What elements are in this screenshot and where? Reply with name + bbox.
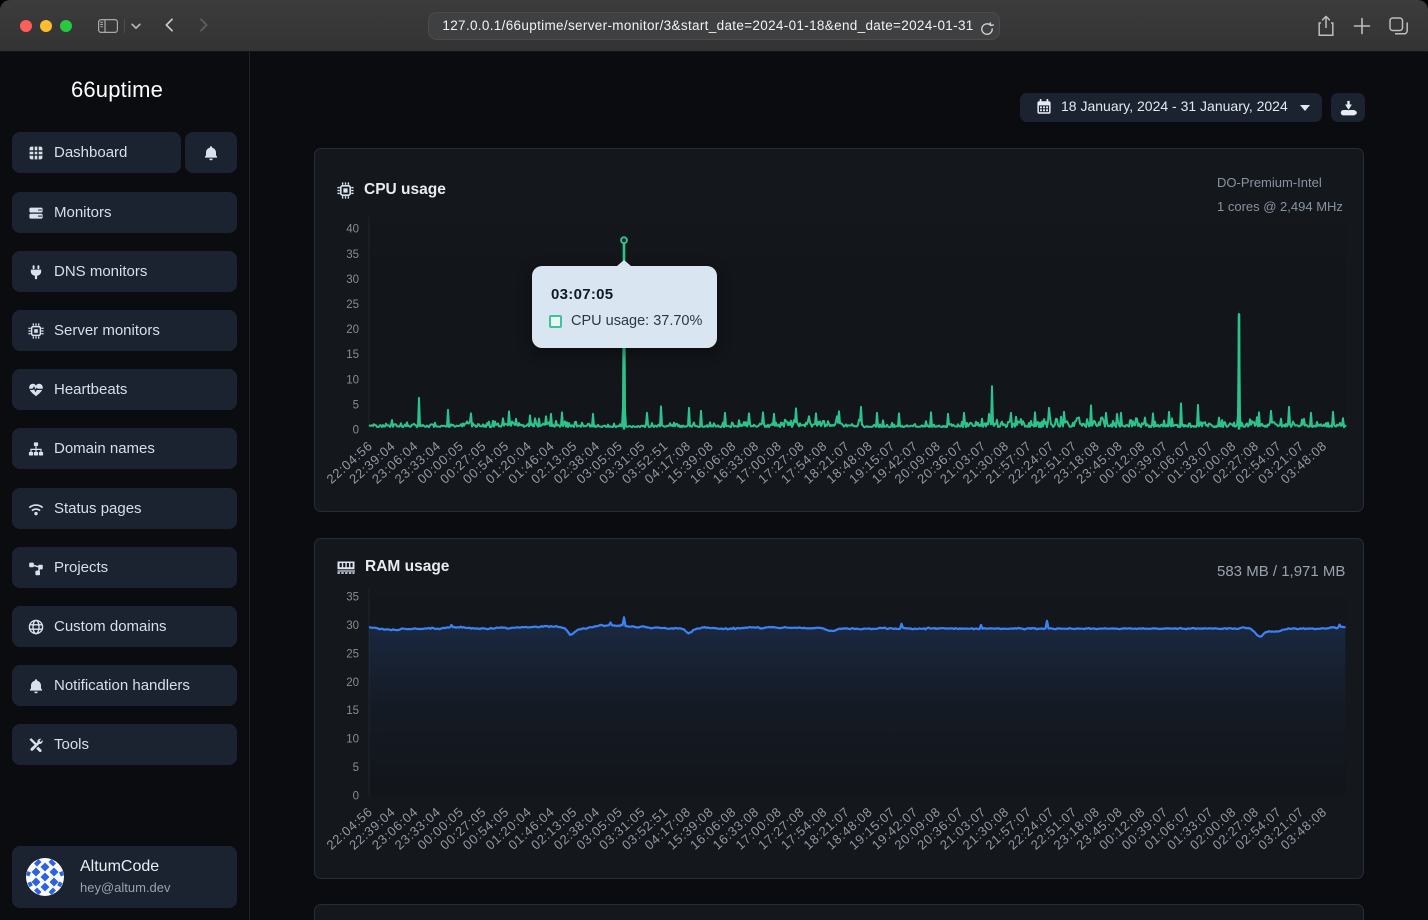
svg-text:30: 30 (346, 274, 359, 286)
svg-text:35: 35 (346, 249, 359, 261)
svg-text:0: 0 (353, 791, 359, 803)
svg-text:5: 5 (353, 762, 359, 774)
svg-text:20: 20 (346, 324, 359, 336)
svg-text:15: 15 (346, 349, 359, 361)
svg-text:25: 25 (346, 648, 359, 660)
svg-text:10: 10 (346, 374, 359, 386)
svg-text:25: 25 (346, 299, 359, 311)
svg-text:15: 15 (346, 705, 359, 717)
svg-text:40: 40 (346, 224, 359, 236)
svg-text:20: 20 (346, 677, 359, 689)
svg-text:0: 0 (353, 425, 359, 437)
svg-text:35: 35 (346, 592, 359, 604)
svg-text:10: 10 (346, 734, 359, 746)
svg-text:30: 30 (346, 620, 359, 632)
svg-text:5: 5 (353, 399, 359, 411)
